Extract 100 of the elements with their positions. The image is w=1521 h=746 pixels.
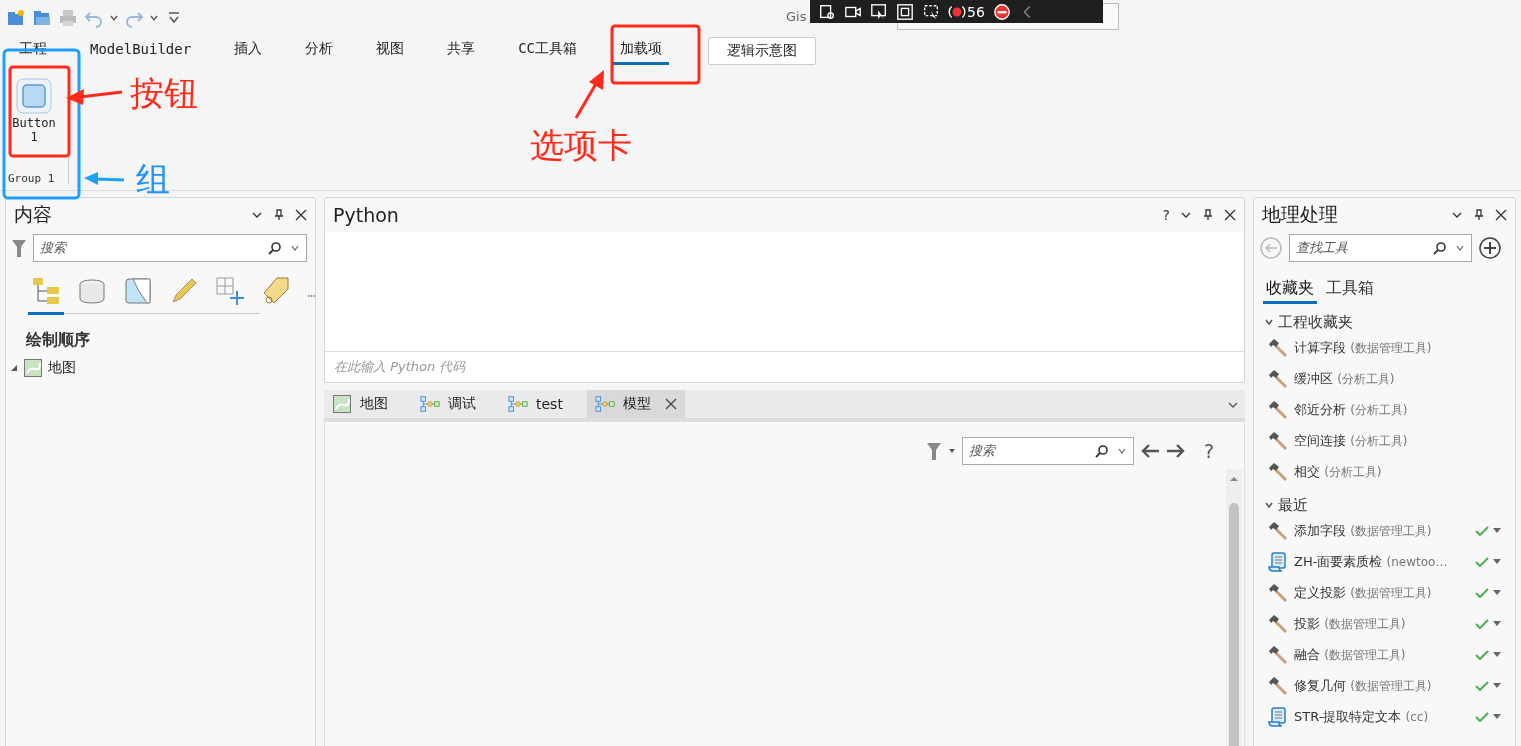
filter-icon[interactable]: [11, 238, 27, 258]
group-label: Group 1: [7, 172, 55, 185]
ribbon-tab[interactable]: 插入: [227, 36, 270, 65]
search-field[interactable]: 搜索: [961, 437, 1134, 465]
search-field[interactable]: 查找工具: [1289, 234, 1472, 262]
annotation-label: 组: [136, 162, 170, 196]
contextual-tab[interactable]: 逻辑示意图: [708, 36, 816, 65]
annotation-arrow: [574, 70, 604, 119]
tool-item[interactable]: 融合 (数据管理工具): [1294, 645, 1475, 664]
hammer-icon: [1268, 613, 1288, 634]
caret-icon[interactable]: [1493, 651, 1501, 658]
caret-icon[interactable]: [1493, 713, 1501, 720]
close-icon[interactable]: [664, 398, 677, 410]
pin-icon[interactable]: [1202, 209, 1214, 221]
close-icon[interactable]: [295, 209, 307, 221]
search-icon[interactable]: [1094, 444, 1109, 458]
panel-tab[interactable]: 工具箱: [1323, 276, 1377, 304]
hammer-icon: [1268, 582, 1288, 603]
scroll-up-icon[interactable]: [1229, 475, 1239, 483]
tool-item[interactable]: 投影 (数据管理工具): [1294, 614, 1475, 633]
ribbon-tab[interactable]: CC工具箱: [511, 36, 584, 65]
scroll-icon: [1268, 706, 1288, 727]
error-count[interactable]: 56: [948, 2, 985, 21]
dropdown-icon[interactable]: [290, 243, 300, 253]
hammer-icon: [1268, 520, 1288, 541]
caret-icon[interactable]: [1493, 527, 1501, 534]
dropdown-icon[interactable]: [1455, 243, 1465, 253]
view-tab[interactable]: [28, 276, 64, 315]
caret-icon[interactable]: [1493, 620, 1501, 627]
caret-icon[interactable]: [1493, 558, 1501, 565]
ribbon-tab[interactable]: 共享: [440, 36, 483, 65]
hammer-icon: [1268, 399, 1288, 420]
pin-icon[interactable]: [1473, 209, 1485, 221]
stop-icon[interactable]: [992, 2, 1011, 21]
forward-arrow-icon[interactable]: [1165, 443, 1186, 459]
panel-tab[interactable]: 收藏夹: [1263, 276, 1317, 304]
caret-icon[interactable]: [947, 447, 956, 455]
hammer-icon: [1268, 461, 1288, 482]
new-project-icon[interactable]: [6, 7, 26, 28]
tool-item[interactable]: 缓冲区 (分析工具): [1294, 369, 1501, 388]
back-arrow-icon[interactable]: [1139, 443, 1160, 459]
document-tab[interactable]: test: [500, 390, 571, 418]
square-icon[interactable]: [896, 2, 914, 21]
model-icon: [508, 395, 528, 413]
ribbon-button[interactable]: Button 1: [6, 74, 62, 148]
ribbon-tab[interactable]: 视图: [369, 36, 412, 65]
ribbon-tab[interactable]: 加载项: [613, 36, 669, 65]
caret-icon[interactable]: [110, 13, 118, 22]
add-icon[interactable]: [1478, 236, 1502, 260]
section-title: 工程收藏夹: [1278, 312, 1353, 332]
cursor-icon[interactable]: [870, 2, 888, 21]
annotation-label: 按钮: [130, 76, 198, 110]
hammer-icon: [1268, 430, 1288, 451]
tool-item[interactable]: STR-提取特定文本 (cc): [1294, 707, 1475, 726]
tool-item[interactable]: 相交 (分析工具): [1294, 462, 1501, 481]
settings-icon[interactable]: [818, 2, 836, 21]
more-icon[interactable]: [308, 292, 315, 299]
hammer-icon: [1268, 337, 1288, 358]
window-cursor-icon[interactable]: [922, 2, 940, 21]
panel-title: 地理处理: [1262, 202, 1338, 227]
dropdown-icon[interactable]: [1116, 446, 1127, 456]
close-icon[interactable]: [1495, 209, 1507, 221]
app-title: Gis: [786, 9, 807, 24]
hammer-icon: [1268, 675, 1288, 696]
tool-item[interactable]: 定义投影 (数据管理工具): [1294, 583, 1475, 602]
panel-title: Python: [333, 204, 399, 226]
search-icon[interactable]: [1433, 241, 1447, 255]
tool-item[interactable]: 添加字段 (数据管理工具): [1294, 521, 1475, 540]
tool-item[interactable]: 修复几何 (数据管理工具): [1294, 676, 1475, 695]
chevron-icon[interactable]: [1264, 500, 1274, 510]
document-tab[interactable]: 地图: [324, 390, 396, 418]
annotation-arrow: [66, 89, 123, 105]
annotation-label: 选项卡: [530, 128, 632, 162]
filter-icon[interactable]: [925, 441, 942, 461]
section-heading: 绘制顺序: [24, 329, 91, 351]
chevron-icon[interactable]: [1264, 317, 1274, 327]
tool-item[interactable]: ZH-面要素质检 (newtoo…: [1294, 552, 1475, 571]
ribbon-tab[interactable]: 分析: [298, 36, 341, 65]
caret-icon[interactable]: [1493, 682, 1501, 689]
scroll-icon: [1268, 551, 1288, 572]
search-field[interactable]: 搜索: [33, 234, 307, 262]
map-icon: [332, 395, 352, 413]
tool-item[interactable]: 邻近分析 (分析工具): [1294, 400, 1501, 419]
tool-item[interactable]: 空间连接 (分析工具): [1294, 431, 1501, 450]
tool-item[interactable]: 计算字段 (数据管理工具): [1294, 338, 1501, 357]
document-tab[interactable]: 模型: [586, 390, 685, 418]
scrollbar[interactable]: [1226, 469, 1242, 746]
tree-item[interactable]: 地图: [48, 359, 76, 377]
close-icon[interactable]: [1224, 209, 1236, 221]
expand-triangle-icon[interactable]: [10, 364, 18, 372]
pin-icon[interactable]: [273, 209, 285, 221]
caret-icon[interactable]: [1493, 589, 1501, 596]
search-icon[interactable]: [268, 241, 282, 255]
document-tab[interactable]: 调试: [412, 390, 484, 418]
ribbon-tab[interactable]: ModelBuilder: [83, 37, 199, 64]
caret-icon[interactable]: [150, 13, 158, 22]
hammer-icon: [1268, 368, 1288, 389]
square-icon: [16, 78, 52, 114]
help-icon[interactable]: ?: [1203, 440, 1214, 462]
help-icon[interactable]: ?: [1162, 207, 1170, 223]
